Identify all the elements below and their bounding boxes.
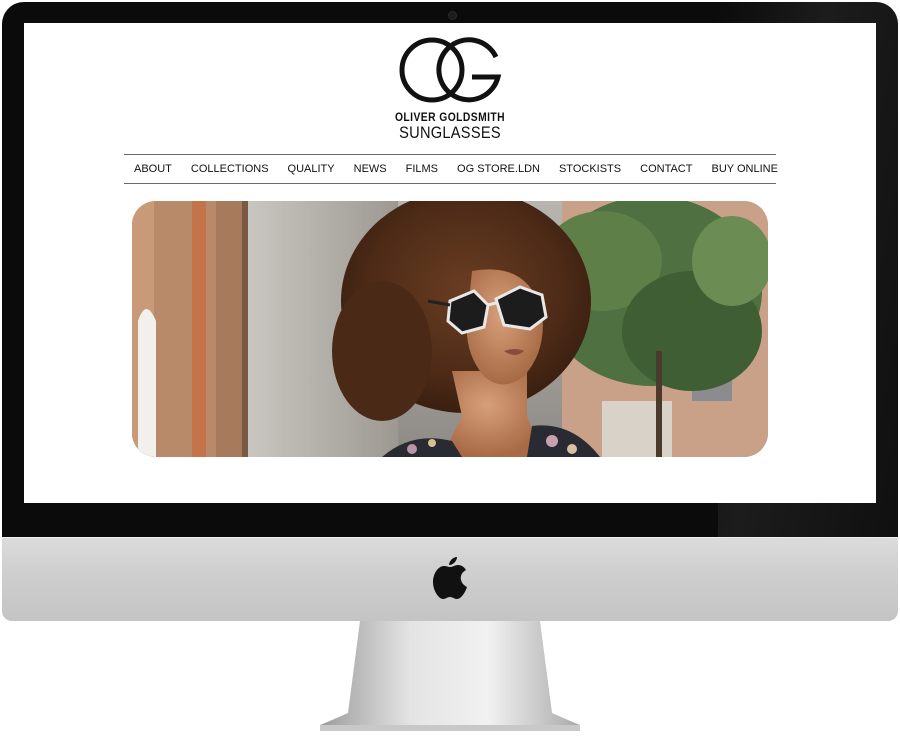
- nav-item-stockists[interactable]: STOCKISTS: [559, 163, 621, 175]
- nav-item-about[interactable]: ABOUT: [134, 163, 172, 175]
- monitor-stand: [320, 621, 580, 731]
- nav-item-og-store[interactable]: OG STORE.LDN: [457, 163, 540, 175]
- brand-subtitle: SUNGLASSES: [399, 123, 501, 142]
- nav-item-buy-online[interactable]: BUY ONLINE: [711, 163, 777, 175]
- hero-image: [132, 201, 768, 457]
- camera-icon: [448, 11, 457, 20]
- apple-icon: [433, 557, 467, 599]
- nav-item-quality[interactable]: QUALITY: [288, 163, 335, 175]
- nav-item-films[interactable]: FILMS: [406, 163, 438, 175]
- screen: OLIVER GOLDSMITH SUNGLASSES ABOUT COLLEC…: [24, 23, 876, 503]
- brand-name: OLIVER GOLDSMITH: [394, 110, 506, 124]
- main-nav: ABOUT COLLECTIONS QUALITY NEWS FILMS OG …: [124, 154, 778, 184]
- nav-item-news[interactable]: NEWS: [354, 163, 387, 175]
- nav-item-contact[interactable]: CONTACT: [640, 163, 692, 175]
- nav-item-collections[interactable]: COLLECTIONS: [191, 163, 269, 175]
- og-logo[interactable]: [398, 35, 502, 105]
